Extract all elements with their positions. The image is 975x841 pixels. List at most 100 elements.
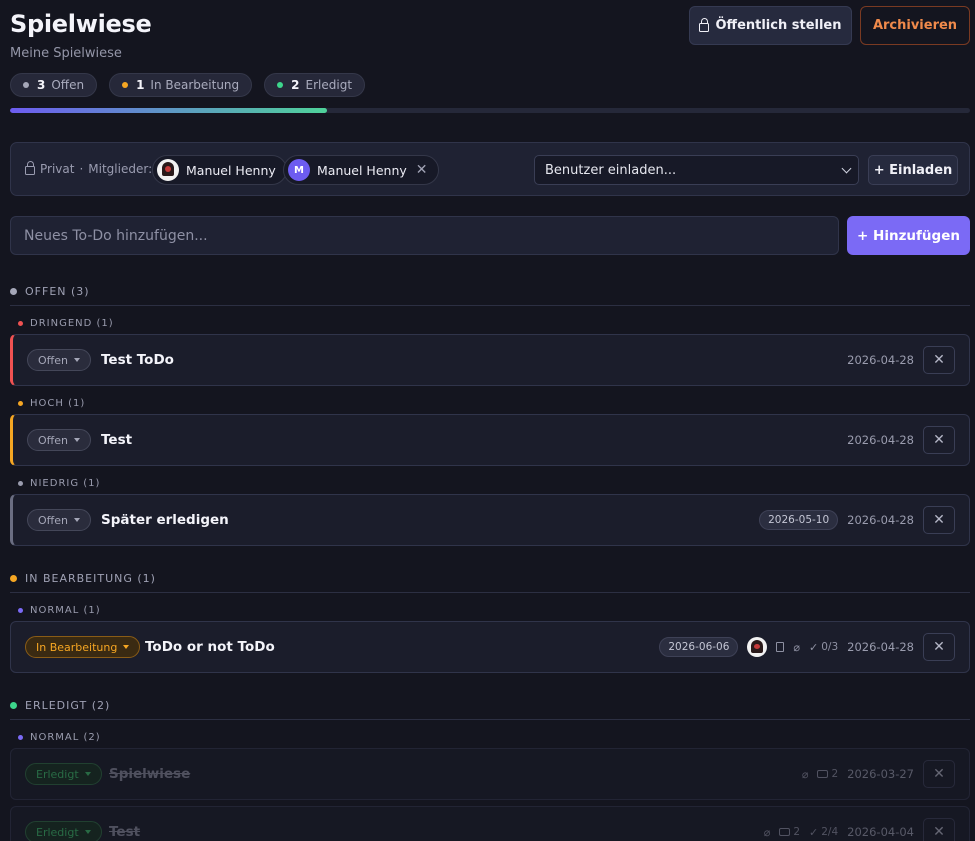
created-date: 2026-04-28 <box>847 640 914 654</box>
subtask-value: 2/4 <box>821 826 839 838</box>
todo-title[interactable]: Test <box>101 432 132 448</box>
subgroup-header-low: NIEDRIG (1) <box>18 478 100 489</box>
todo-title[interactable]: ToDo or not ToDo <box>145 639 275 655</box>
todo-row[interactable]: In Bearbeitung ToDo or not ToDo 2026-06-… <box>10 621 970 673</box>
member-name: Manuel Henny <box>317 162 407 178</box>
stat-count: 2 <box>291 78 300 92</box>
status-label: Erledigt <box>36 767 79 781</box>
group-divider <box>10 305 970 306</box>
subgroup-label: DRINGEND (1) <box>30 318 114 329</box>
comment-count: 2 <box>779 826 800 838</box>
caret-down-icon <box>73 438 80 442</box>
group-dot-icon <box>10 288 17 295</box>
todo-title[interactable]: Test <box>109 824 140 840</box>
status-dropdown[interactable]: Offen <box>27 429 91 451</box>
members-title: Mitglieder: <box>88 162 153 176</box>
status-label: Erledigt <box>36 825 79 839</box>
todo-row[interactable]: Erledigt Spielwiese ⌀ 2 2026-03-27 ✕ <box>10 748 970 800</box>
status-label: In Bearbeitung <box>36 640 118 654</box>
created-date: 2026-04-28 <box>847 433 914 447</box>
group-label: OFFEN (3) <box>25 285 90 298</box>
status-dropdown[interactable]: Offen <box>27 349 91 371</box>
comment-value: 2 <box>793 826 801 838</box>
status-dot-icon <box>277 82 284 88</box>
privacy-label: Privat <box>40 162 75 176</box>
lock-icon <box>699 17 710 32</box>
status-dot-icon <box>122 82 129 88</box>
delete-button[interactable]: ✕ <box>923 426 955 454</box>
caret-down-icon <box>123 645 130 649</box>
subgroup-header-high: HOCH (1) <box>18 398 85 409</box>
invite-user-select[interactable]: Benutzer einladen... <box>534 155 859 185</box>
remove-member-icon[interactable]: ✕ <box>416 162 428 178</box>
delete-button[interactable]: ✕ <box>923 818 955 841</box>
group-dot-icon <box>10 575 17 582</box>
todo-title[interactable]: Später erledigen <box>101 512 229 528</box>
subgroup-label: HOCH (1) <box>30 398 86 409</box>
todo-row[interactable]: Erledigt Test ⌀ 2 ✓ 2/4 2026-04-04 ✕ <box>10 806 970 841</box>
todo-row[interactable]: Offen Test ToDo 2026-04-28 ✕ <box>10 334 970 386</box>
make-public-label: Öffentlich stellen <box>715 18 842 33</box>
delete-button[interactable]: ✕ <box>923 633 955 661</box>
subgroup-label: NORMAL (2) <box>30 732 101 743</box>
priority-dot-icon <box>18 481 23 486</box>
delete-button[interactable]: ✕ <box>923 346 955 374</box>
status-dropdown[interactable]: Erledigt <box>25 763 102 785</box>
todo-meta: 2026-06-06 ⌀ ✓ 0/3 2026-04-28 ✕ <box>659 633 955 661</box>
progress-fill <box>10 108 327 113</box>
group-header-done: ERLEDIGT (2) <box>10 699 110 712</box>
comment-icon <box>817 770 829 778</box>
chevron-down-icon <box>841 163 852 174</box>
new-todo-input[interactable]: Neues To-Do hinzufügen... <box>10 216 839 255</box>
paperclip-icon: ⌀ <box>763 825 771 839</box>
page-subtitle: Meine Spielwiese <box>10 46 122 61</box>
stat-label: In Bearbeitung <box>150 78 240 92</box>
status-dropdown[interactable]: Offen <box>27 509 91 531</box>
priority-dot-icon <box>18 401 23 406</box>
subgroup-header-normal: NORMAL (1) <box>18 605 101 616</box>
make-public-button[interactable]: Öffentlich stellen <box>689 6 852 45</box>
group-dot-icon <box>10 702 17 709</box>
caret-down-icon <box>73 518 80 522</box>
add-todo-button[interactable]: + Hinzufügen <box>847 216 970 255</box>
status-label: Offen <box>38 353 68 367</box>
archive-button[interactable]: Archivieren <box>860 6 970 45</box>
status-stats: 3 Offen 1 In Bearbeitung 2 Erledigt <box>10 73 366 97</box>
subgroup-header-urgent: DRINGEND (1) <box>18 318 114 329</box>
todo-row[interactable]: Offen Später erledigen 2026-05-10 2026-0… <box>10 494 970 546</box>
delete-button[interactable]: ✕ <box>923 760 955 788</box>
subgroup-label: NIEDRIG (1) <box>30 478 101 489</box>
delete-button[interactable]: ✕ <box>923 506 955 534</box>
group-header-open: OFFEN (3) <box>10 285 90 298</box>
todo-title[interactable]: Spielwiese <box>109 766 190 782</box>
stat-done: 2 Erledigt <box>264 73 366 97</box>
todo-meta: ⌀ 2 ✓ 2/4 2026-04-04 ✕ <box>764 818 955 841</box>
invite-button[interactable]: + Einladen <box>868 155 958 185</box>
comment-value: 2 <box>831 768 839 780</box>
comment-count: 2 <box>817 768 838 780</box>
stat-label: Offen <box>51 78 85 92</box>
priority-dot-icon <box>18 608 23 613</box>
priority-dot-icon <box>18 321 23 326</box>
stat-count: 3 <box>37 78 46 92</box>
todo-meta: 2026-05-10 2026-04-28 ✕ <box>759 506 955 534</box>
progress-bar <box>10 108 970 113</box>
subtask-count: ✓ 2/4 <box>809 826 838 839</box>
created-date: 2026-04-28 <box>847 353 914 367</box>
status-dropdown[interactable]: Erledigt <box>25 821 102 841</box>
status-dropdown[interactable]: In Bearbeitung <box>25 636 141 658</box>
subgroup-label: NORMAL (1) <box>30 605 101 616</box>
separator: · <box>79 162 84 176</box>
todo-row[interactable]: Offen Test 2026-04-28 ✕ <box>10 414 970 466</box>
avatar: M <box>288 159 310 181</box>
stat-in-progress: 1 In Bearbeitung <box>109 73 253 97</box>
subtask-count: ✓ 0/3 <box>809 641 838 654</box>
created-date: 2026-04-28 <box>847 513 914 527</box>
avatar <box>157 159 179 181</box>
caret-down-icon <box>84 772 91 776</box>
todo-title[interactable]: Test ToDo <box>101 352 174 368</box>
status-dot-icon <box>23 82 29 88</box>
members-bar: Privat · Mitglieder: Manuel Henny M Manu… <box>10 142 970 196</box>
paperclip-icon: ⌀ <box>801 767 809 781</box>
subtask-value: 0/3 <box>821 641 839 653</box>
